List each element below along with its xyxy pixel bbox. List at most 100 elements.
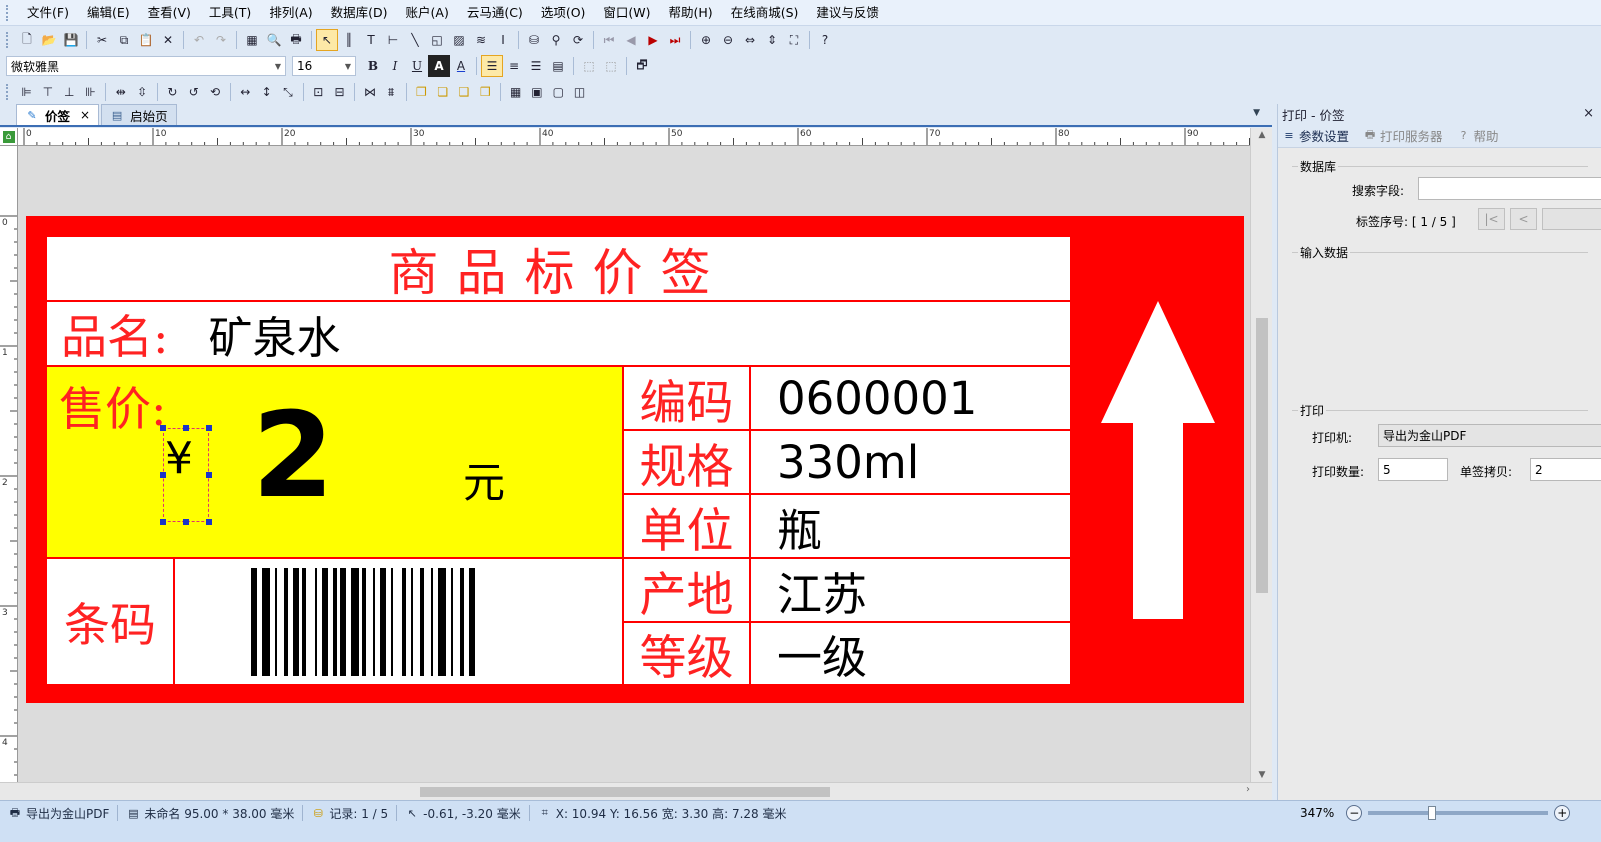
tab-start-page[interactable]: ▤ 启始页 bbox=[101, 104, 177, 125]
rfid-tool-icon[interactable]: ≋ bbox=[470, 29, 492, 51]
align-justify-icon[interactable]: ▤ bbox=[547, 55, 569, 77]
spec-value-origin[interactable]: 江苏 bbox=[750, 558, 1071, 622]
menu-database[interactable]: 数据库(D) bbox=[322, 0, 397, 26]
send-backward-icon[interactable]: ❒ bbox=[475, 81, 496, 103]
undo-icon[interactable]: ↶ bbox=[188, 29, 210, 51]
menu-grip[interactable] bbox=[6, 4, 10, 21]
font-size-select[interactable]: 16 ▼ bbox=[292, 56, 356, 76]
chevron-down-icon[interactable]: ▼ bbox=[1253, 108, 1260, 118]
font-color-icon[interactable]: A bbox=[450, 55, 472, 77]
printer-select[interactable]: 导出为金山PDF bbox=[1378, 424, 1601, 447]
align-right-icon[interactable]: ☰ bbox=[525, 55, 547, 77]
resize-handle[interactable] bbox=[183, 425, 189, 431]
spec-key-code[interactable]: 编码 bbox=[623, 366, 750, 431]
menu-help[interactable]: 帮助(H) bbox=[660, 0, 722, 26]
zoom-out-icon[interactable]: − bbox=[1346, 805, 1363, 821]
menu-cloud[interactable]: 云马通(C) bbox=[458, 0, 532, 26]
close-icon[interactable]: × bbox=[80, 108, 90, 122]
center-v-icon[interactable]: ⊟ bbox=[329, 81, 350, 103]
menu-edit[interactable]: 编辑(E) bbox=[78, 0, 139, 26]
save-icon[interactable]: 💾 bbox=[60, 29, 82, 51]
spec-key-unit[interactable]: 单位 bbox=[623, 494, 750, 559]
tab-params[interactable]: ≡ 参数设置 bbox=[1282, 126, 1349, 145]
menu-account[interactable]: 账户(A) bbox=[397, 0, 458, 26]
text-tool-icon[interactable]: T bbox=[360, 29, 382, 51]
resize-handle[interactable] bbox=[206, 472, 212, 478]
align-center-icon[interactable]: ≡ bbox=[503, 55, 525, 77]
menu-tools[interactable]: 工具(T) bbox=[200, 0, 260, 26]
spec-key-size[interactable]: 规格 bbox=[623, 430, 750, 495]
align-objects-right-icon[interactable]: ⊪ bbox=[80, 81, 101, 103]
align-objects-bottom-icon[interactable]: ⊥ bbox=[59, 81, 80, 103]
scroll-thumb[interactable] bbox=[1256, 318, 1268, 593]
scroll-right-icon[interactable]: › bbox=[1246, 784, 1250, 795]
spec-key-grade[interactable]: 等级 bbox=[623, 622, 750, 686]
font-name-select[interactable]: 微软雅黑 ▼ bbox=[6, 56, 286, 76]
image-tool-icon[interactable]: ▨ bbox=[448, 29, 470, 51]
space-v-icon[interactable]: ⩩ bbox=[380, 81, 401, 103]
search-field-input[interactable] bbox=[1418, 177, 1601, 200]
arrow-up-icon[interactable] bbox=[1101, 301, 1215, 619]
database-icon[interactable]: ⛁ bbox=[523, 29, 545, 51]
cut-icon[interactable]: ✂ bbox=[91, 29, 113, 51]
next-record-icon[interactable]: ▶ bbox=[642, 29, 664, 51]
scroll-up-icon[interactable]: ▲ bbox=[1251, 130, 1273, 140]
layout-icon[interactable]: ▣ bbox=[526, 81, 547, 103]
resize-handle[interactable] bbox=[160, 519, 166, 525]
fit-height-icon[interactable]: ⇕ bbox=[761, 29, 783, 51]
tab-print-server[interactable]: 🖶 打印服务器 bbox=[1363, 126, 1443, 145]
bold-icon[interactable]: B bbox=[362, 55, 384, 77]
underline-icon[interactable]: U bbox=[406, 55, 428, 77]
menu-store[interactable]: 在线商城(S) bbox=[722, 0, 808, 26]
zoom-slider[interactable] bbox=[1368, 806, 1549, 820]
menu-options[interactable]: 选项(O) bbox=[532, 0, 595, 26]
horizontal-scrollbar[interactable]: › bbox=[0, 782, 1272, 800]
zoom-in-icon[interactable]: + bbox=[1554, 805, 1571, 821]
redo-icon[interactable]: ↷ bbox=[210, 29, 232, 51]
menu-arrange[interactable]: 排列(A) bbox=[260, 0, 321, 26]
label-title-cell[interactable]: 商品标价签 bbox=[46, 236, 1071, 302]
barcode-tool-icon[interactable]: ║ bbox=[338, 29, 360, 51]
spec-value-size[interactable]: 330ml bbox=[750, 430, 1071, 494]
resize-handle[interactable] bbox=[160, 425, 166, 431]
same-height-icon[interactable]: ↕ bbox=[256, 81, 277, 103]
refresh-icon[interactable]: ⟳ bbox=[567, 29, 589, 51]
properties-icon[interactable]: 🗗 bbox=[631, 55, 653, 77]
help-icon[interactable]: ? bbox=[814, 29, 836, 51]
menu-window[interactable]: 窗口(W) bbox=[594, 0, 659, 26]
prev-record-icon[interactable]: ◀ bbox=[620, 29, 642, 51]
new-icon[interactable]: 🗋 bbox=[16, 29, 38, 51]
bring-front-icon[interactable]: ❐ bbox=[411, 81, 432, 103]
price-value[interactable]: 2 bbox=[252, 390, 334, 521]
resize-handle[interactable] bbox=[160, 472, 166, 478]
send-back-icon[interactable]: ❏ bbox=[432, 81, 453, 103]
align-objects-top-icon[interactable]: ⊤ bbox=[37, 81, 58, 103]
price-unit[interactable]: 元 bbox=[463, 449, 505, 510]
toolbar-grip[interactable] bbox=[6, 84, 10, 100]
first-record-icon[interactable]: ⏮ bbox=[598, 29, 620, 51]
flip-h-icon[interactable]: ⇹ bbox=[110, 81, 131, 103]
scroll-thumb[interactable] bbox=[420, 787, 830, 797]
page-setup-icon[interactable]: ▦ bbox=[241, 29, 263, 51]
same-size-icon[interactable]: ⤡ bbox=[277, 81, 298, 103]
space-h-icon[interactable]: ⋈ bbox=[359, 81, 380, 103]
rotate-180-icon[interactable]: ↺ bbox=[183, 81, 204, 103]
resize-handle[interactable] bbox=[183, 519, 189, 525]
tab-price-label[interactable]: ✎ 价签 × bbox=[16, 104, 100, 125]
toolbar-grip[interactable] bbox=[6, 32, 10, 48]
spec-key-origin[interactable]: 产地 bbox=[623, 558, 750, 623]
vertical-scrollbar[interactable]: ▲ ▼ bbox=[1250, 128, 1272, 782]
next-label-button[interactable] bbox=[1542, 208, 1601, 230]
italic-icon[interactable]: I bbox=[384, 55, 406, 77]
align-objects-left-icon[interactable]: ⊫ bbox=[16, 81, 37, 103]
flip-v-icon[interactable]: ⇳ bbox=[131, 81, 152, 103]
ungroup-icon[interactable]: ⬚ bbox=[600, 55, 622, 77]
copy-icon[interactable]: ⧉ bbox=[113, 29, 135, 51]
menu-file[interactable]: 文件(F) bbox=[18, 0, 78, 26]
bring-forward-icon[interactable]: ❑ bbox=[453, 81, 474, 103]
zoom-slider-thumb[interactable] bbox=[1428, 806, 1437, 820]
copies-input[interactable]: 2 bbox=[1530, 458, 1601, 481]
prev-label-button[interactable]: < bbox=[1510, 208, 1537, 230]
last-record-icon[interactable]: ⏭ bbox=[664, 29, 686, 51]
group-icon[interactable]: ⬚ bbox=[578, 55, 600, 77]
